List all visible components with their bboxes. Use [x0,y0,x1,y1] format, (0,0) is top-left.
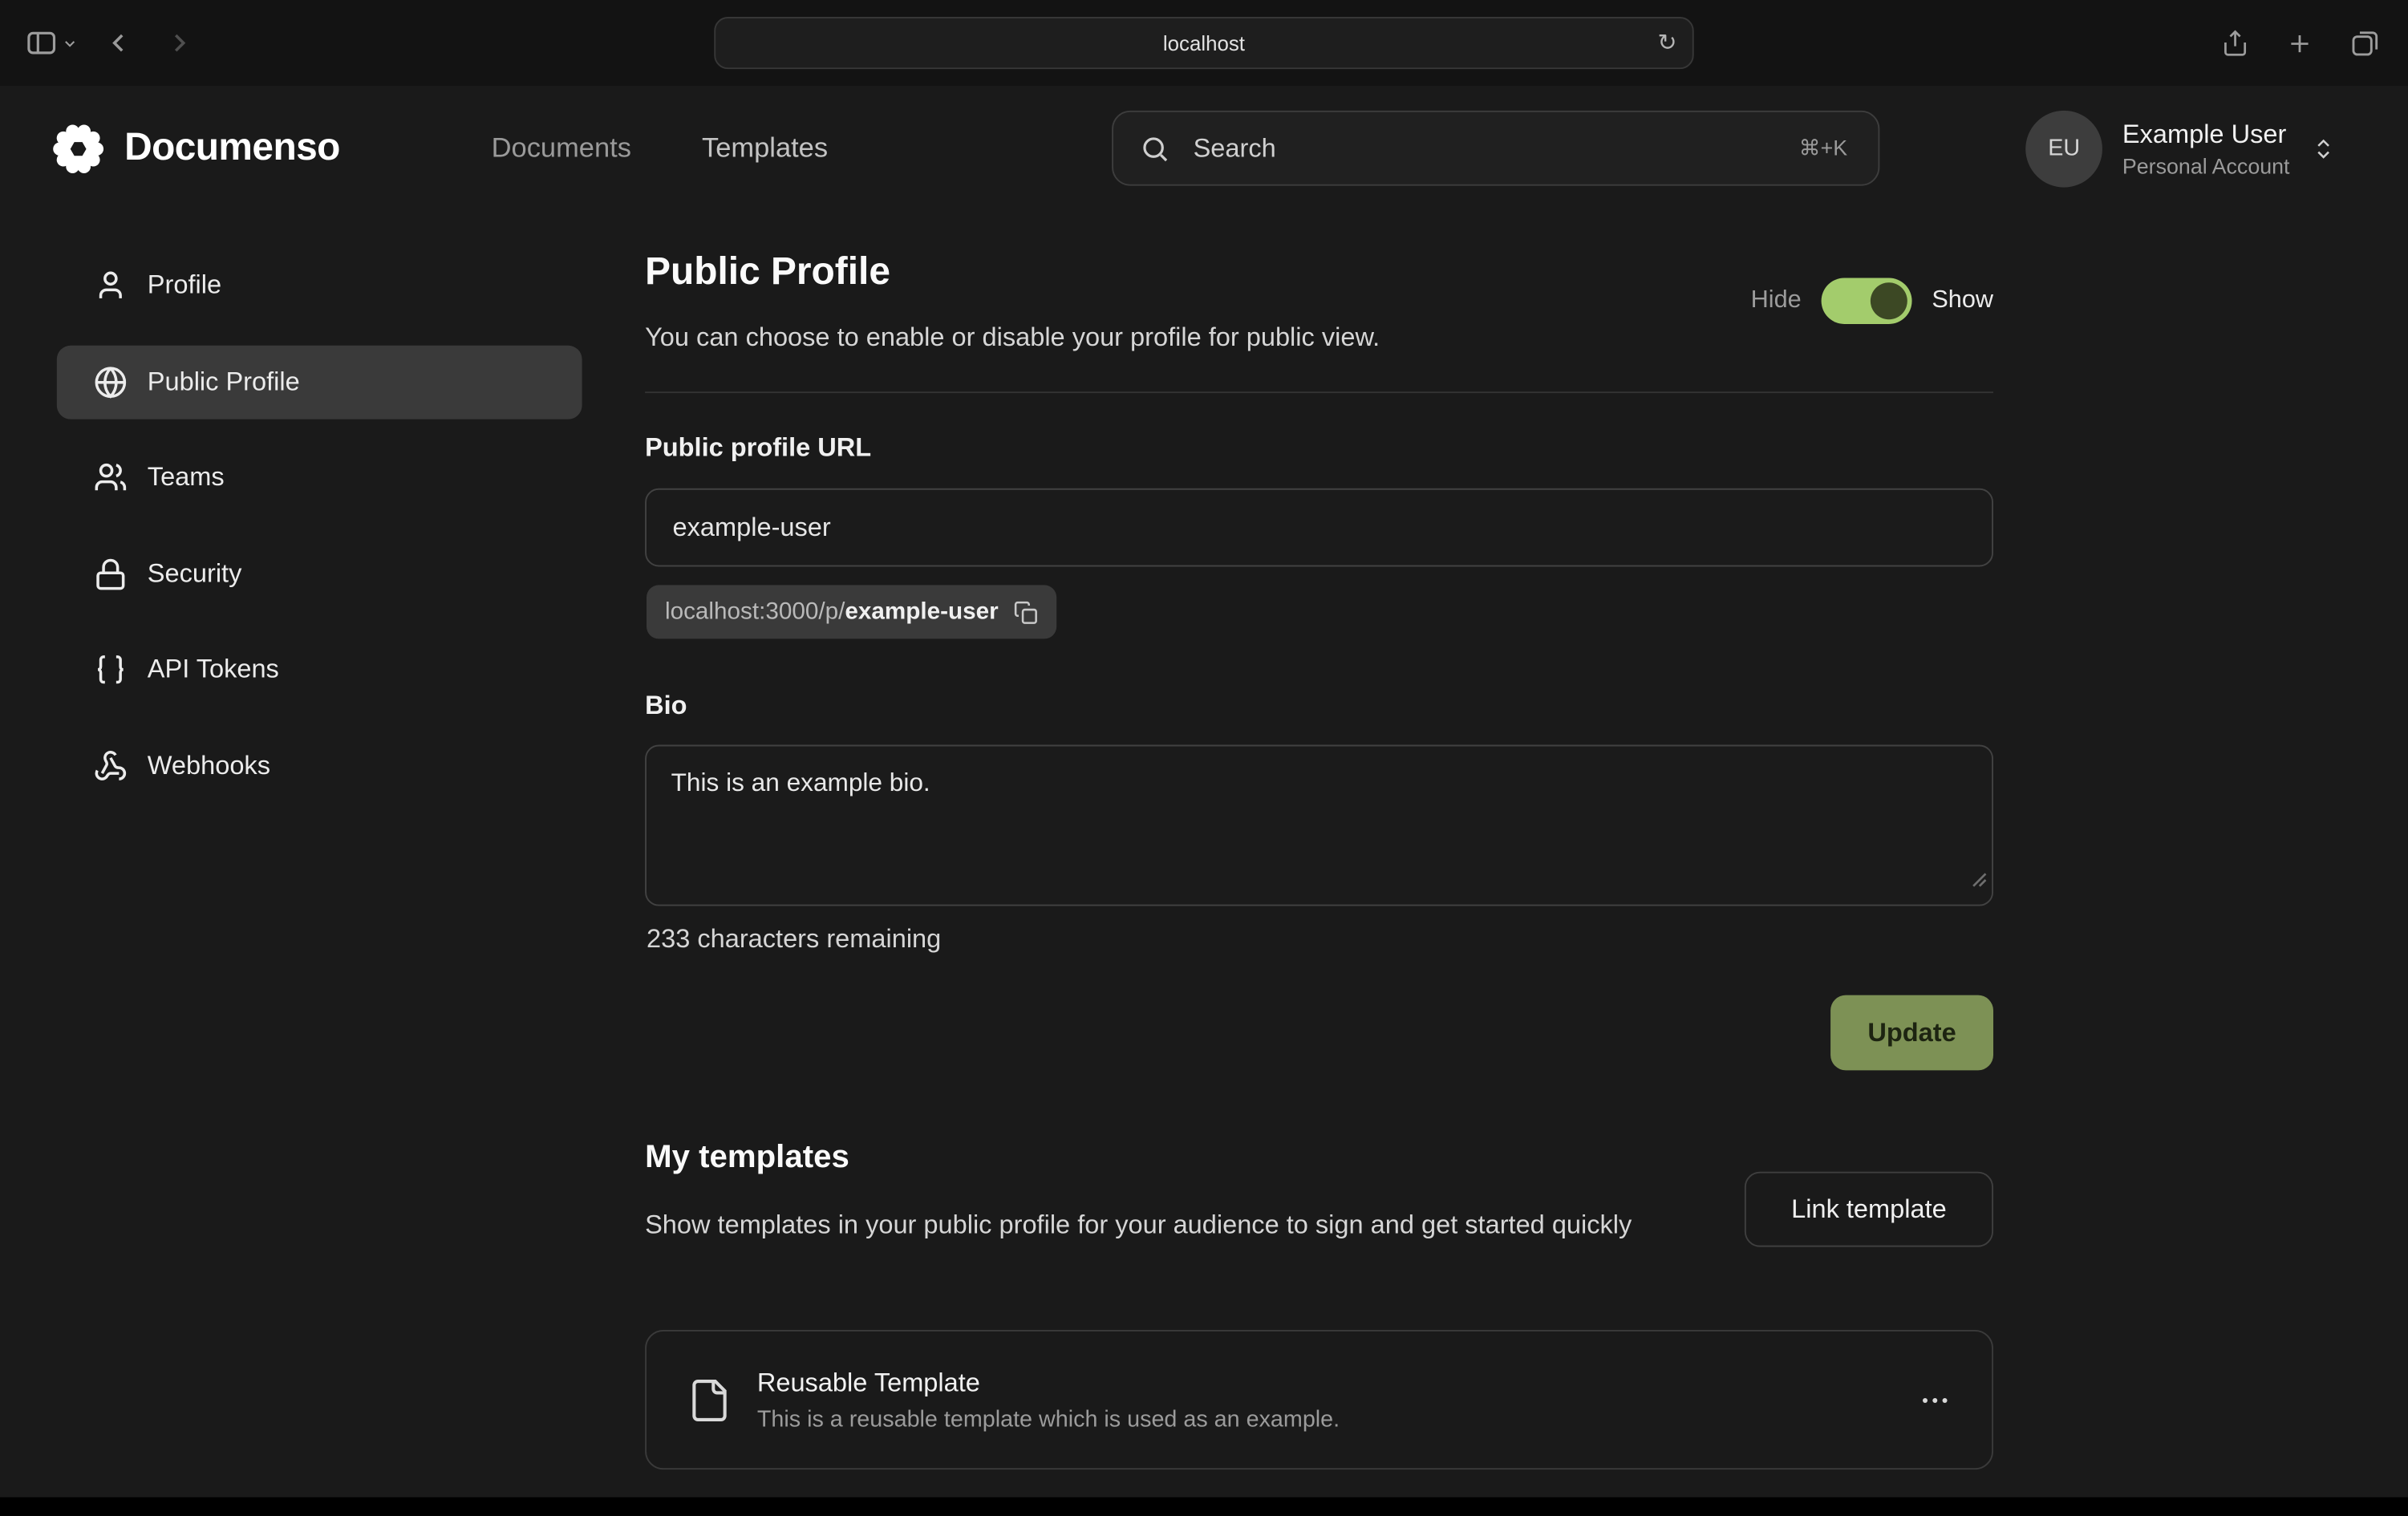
user-icon [94,269,128,302]
user-info: Example User Personal Account [2122,119,2290,177]
top-nav: Documents Templates [492,86,828,210]
browser-toolbar: localhost ↻ [0,0,2408,86]
sidebar-item-label: Security [148,558,242,589]
update-button[interactable]: Update [1830,995,1993,1071]
bio-characters-remaining: 233 characters remaining [647,925,941,955]
url-slug: example-user [845,598,998,626]
nav-templates[interactable]: Templates [702,132,828,164]
link-template-button[interactable]: Link template [1745,1172,1993,1247]
page-title: Public Profile [645,250,890,295]
sidebar-item-security[interactable]: Security [57,537,582,610]
sidebar-item-teams[interactable]: Teams [57,440,582,514]
section-divider [645,391,1993,393]
share-icon[interactable] [2220,27,2249,59]
sidebar-item-label: Profile [148,270,221,301]
sidebar-item-public-profile[interactable]: Public Profile [57,345,582,419]
sidebar-item-label: API Tokens [148,655,279,685]
bio-field-label: Bio [645,691,687,722]
template-description: This is a reusable template which is use… [757,1406,1340,1433]
avatar-initials: EU [2048,135,2080,161]
braces-icon [94,653,128,687]
browser-actions [2220,0,2380,86]
documenso-logo-icon [49,119,107,177]
nav-documents[interactable]: Documents [492,132,631,164]
sidebar-item-profile[interactable]: Profile [57,249,582,322]
new-tab-icon[interactable] [2285,28,2314,57]
search-icon [1140,133,1170,164]
profile-visibility-control: Hide Show [1751,278,1993,324]
url-field-label: Public profile URL [645,433,871,464]
forward-icon[interactable] [164,27,195,58]
settings-sidebar: Profile Public Profile Teams Security AP… [57,249,582,825]
chevron-down-icon[interactable] [62,34,79,51]
more-options-icon[interactable] [1918,1383,1952,1417]
sidebar-toggle-icon[interactable] [25,26,59,60]
reload-icon[interactable]: ↻ [1658,29,1677,56]
search-input[interactable] [1190,132,1799,165]
search-shortcut: ⌘+K [1799,135,1847,161]
sidebar-item-label: Webhooks [148,750,270,780]
profile-url-copy-button[interactable]: localhost:3000/p/ example-user [647,585,1056,638]
copy-icon[interactable] [1014,600,1039,625]
sidebar-item-webhooks[interactable]: Webhooks [57,728,582,802]
chevrons-up-down-icon [2311,136,2336,160]
resize-handle-icon[interactable] [1970,869,1988,897]
profile-visibility-toggle[interactable] [1822,278,1912,324]
screen: localhost ↻ [0,0,2408,1516]
app-header: Documenso Documents Templates ⌘+K EU Exa… [0,86,2408,210]
user-account-type: Personal Account [2122,152,2290,177]
address-bar[interactable]: localhost ↻ [714,17,1693,69]
visibility-show-label: Show [1932,287,1993,314]
window-bottom-edge [0,1498,2408,1516]
page-subtitle: You can choose to enable or disable your… [645,322,1380,353]
user-name: Example User [2122,119,2290,149]
file-icon [687,1376,732,1422]
user-menu[interactable]: EU Example User Personal Account [2025,86,2336,210]
sidebar-item-label: Teams [148,462,225,492]
my-templates-title: My templates [645,1140,849,1177]
template-info: Reusable Template This is a reusable tem… [757,1368,1340,1432]
webhook-icon [94,748,128,782]
template-name: Reusable Template [757,1368,1340,1398]
bio-textarea[interactable]: This is an example bio. [645,745,1993,906]
avatar: EU [2025,110,2102,187]
users-icon [94,460,128,494]
url-prefix: localhost:3000/p/ [665,598,845,626]
sidebar-item-label: Public Profile [148,367,300,397]
global-search[interactable]: ⌘+K [1112,111,1879,186]
bio-field: This is an example bio. [645,745,1993,906]
my-templates-description: Show templates in your public profile fo… [645,1204,1720,1246]
visibility-hide-label: Hide [1751,287,1802,314]
back-icon[interactable] [103,27,133,58]
toggle-knob-icon [1871,282,1907,319]
globe-icon [94,365,128,399]
brand-name: Documenso [124,126,340,171]
template-card: Reusable Template This is a reusable tem… [645,1330,1993,1469]
url-text: localhost [1163,31,1245,55]
lock-icon [94,557,128,590]
tab-overview-icon[interactable] [2349,27,2380,58]
sidebar-item-api-tokens[interactable]: API Tokens [57,633,582,707]
browser-nav-controls [25,0,196,86]
profile-url-input[interactable] [645,488,1993,567]
brand[interactable]: Documenso [49,86,340,210]
